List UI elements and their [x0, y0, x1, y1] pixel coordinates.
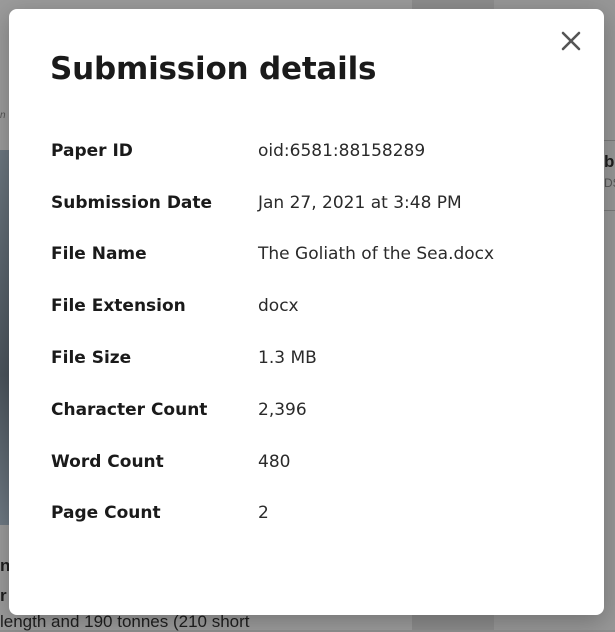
detail-label: File Extension	[51, 296, 186, 317]
detail-value: 2	[258, 503, 269, 524]
detail-value: The Goliath of the Sea.docx	[258, 244, 495, 265]
detail-row-file-size: File Size 1.3 MB	[51, 332, 571, 384]
detail-value: 480	[258, 451, 291, 472]
background-heading-fragment: r	[0, 586, 7, 605]
detail-row-paper-id: Paper ID oid:6581:88158289	[51, 125, 571, 177]
detail-row-file-extension: File Extension docx	[51, 280, 571, 332]
detail-row-character-count: Character Count 2,396	[51, 384, 571, 436]
detail-label: Word Count	[51, 451, 164, 472]
detail-label: Page Count	[51, 503, 161, 524]
detail-value: 2,396	[258, 399, 307, 420]
background-sidebar-title-fragment: b	[604, 152, 615, 171]
background-divider	[603, 210, 615, 211]
close-icon	[561, 31, 581, 51]
close-button[interactable]	[557, 27, 585, 55]
detail-value: docx	[258, 296, 299, 317]
detail-label: File Size	[51, 348, 132, 369]
detail-value: oid:6581:88158289	[258, 140, 426, 161]
detail-label: File Name	[51, 244, 147, 265]
detail-row-page-count: Page Count 2	[51, 488, 571, 540]
detail-row-submission-date: Submission Date Jan 27, 2021 at 3:48 PM	[51, 177, 571, 229]
detail-row-word-count: Word Count 480	[51, 436, 571, 488]
background-body-text: length and 190 tonnes (210 short	[0, 612, 250, 631]
detail-label: Character Count	[51, 399, 208, 420]
detail-value: 1.3 MB	[258, 348, 317, 369]
submission-details-modal: Submission details Paper ID oid:6581:881…	[9, 9, 604, 615]
detail-label: Submission Date	[51, 192, 213, 213]
background-divider	[603, 140, 615, 141]
detail-value: Jan 27, 2021 at 3:48 PM	[258, 192, 462, 213]
detail-label: Paper ID	[51, 140, 133, 161]
details-list: Paper ID oid:6581:88158289 Submission Da…	[51, 125, 571, 539]
modal-title: Submission details	[50, 51, 377, 87]
background-sidebar-subtitle-fragment: DS	[604, 176, 615, 190]
background-caption-fragment: n	[0, 110, 6, 121]
detail-row-file-name: File Name The Goliath of the Sea.docx	[51, 229, 571, 281]
